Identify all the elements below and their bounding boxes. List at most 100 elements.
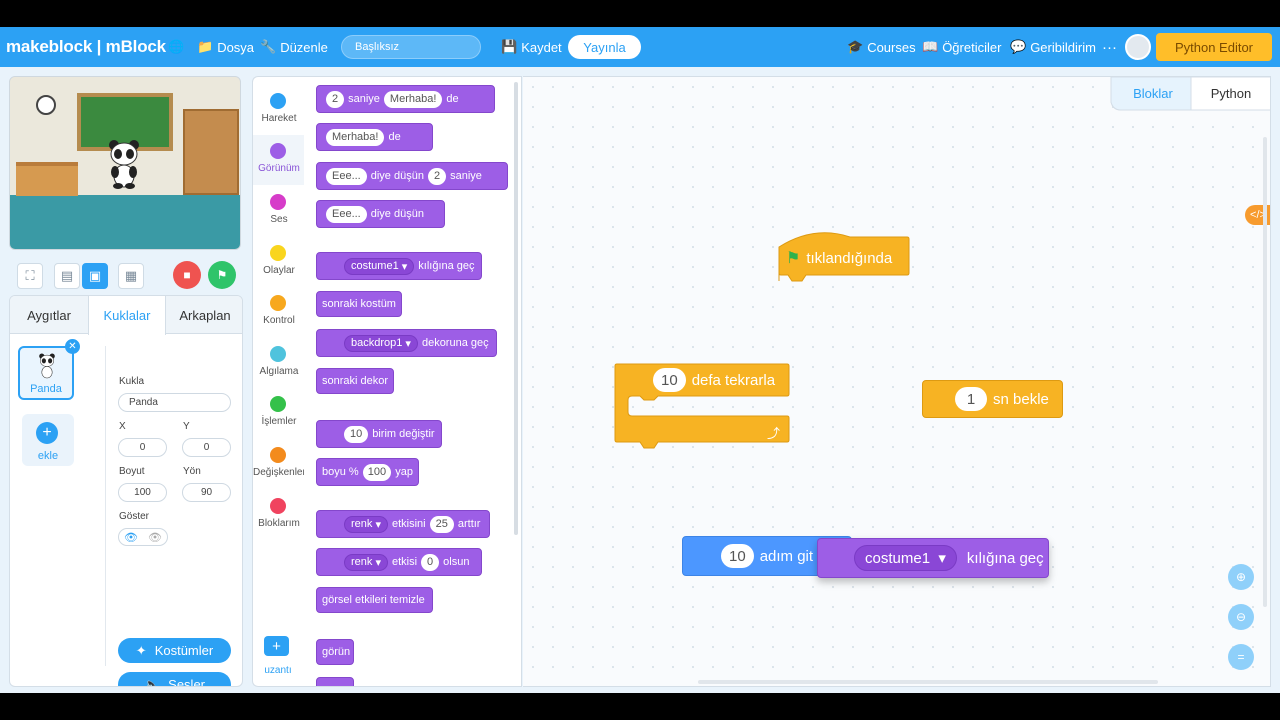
category-operators[interactable]: İşlemler [253,388,305,438]
tab-sprites[interactable]: Kuklalar [88,296,166,335]
switch-costume-block[interactable]: costume1 ▾ kılığına geç [817,538,1049,578]
effect-dropdown[interactable]: renk ▾ [344,515,388,533]
block-clear-effects[interactable]: görsel etkileri temizle [316,587,433,613]
stop-button[interactable]: ■ [173,261,201,289]
effect-dropdown[interactable]: renk ▾ [344,553,388,571]
wait-block[interactable]: 1 sn bekle [922,380,1063,418]
size-field[interactable]: 100 [118,483,167,502]
block-set-size[interactable]: boyu % 100 yap [316,458,419,486]
tutorials-link[interactable]: 📖 Öğreticiler [922,27,1001,67]
repeat-count-input[interactable]: 10 [653,368,686,392]
wait-seconds-input[interactable]: 1 [955,387,987,411]
edit-menu[interactable]: 🔧 Düzenle [260,27,328,67]
zoom-reset-icon[interactable]: = [1228,644,1254,670]
courses-link[interactable]: 🎓 Courses [847,27,916,67]
category-sound[interactable]: Ses [253,186,305,236]
category-events[interactable]: Olaylar [253,237,305,287]
repeat-block[interactable]: 10 defa tekrarla [653,366,775,394]
costumes-button[interactable]: ✦ Kostümler [118,638,231,663]
when-flag-clicked-block[interactable]: ⚑ tıklandığında [786,238,892,278]
y-field[interactable]: 0 [182,438,231,457]
block-input[interactable]: 2 [326,90,345,108]
save-button[interactable]: 💾 Kaydet [501,27,562,67]
code-view-icon[interactable]: </> [1245,205,1270,225]
category-motion[interactable]: Hareket [253,85,305,135]
fullscreen-icon[interactable]: ⛶ [17,263,43,289]
sounds-button[interactable]: 🔈 Sesler [118,672,231,686]
block-hide-partial[interactable] [316,677,354,686]
delete-sprite-icon[interactable]: ✕ [65,339,80,354]
block-input[interactable]: Eee... [326,205,367,223]
publish-button[interactable]: Yayınla [568,35,641,59]
block-input[interactable]: 2 [427,167,447,185]
palette-scrollbar[interactable] [514,82,518,535]
block-change-size[interactable]: 10 birim değiştir [316,420,442,448]
tab-devices[interactable]: Aygıtlar [10,296,88,334]
workspace-vertical-scrollbar[interactable] [1263,137,1267,607]
zoom-in-icon[interactable]: ⊕ [1228,564,1254,590]
extension-label[interactable]: uzantı [253,665,303,676]
block-think-for-secs[interactable]: Eee... diye düşün 2 saniye [316,162,508,190]
costume-dropdown[interactable]: costume1 ▾ [854,545,957,571]
tab-blocks[interactable]: Bloklar [1115,77,1191,109]
block-input[interactable]: 10 [344,425,369,443]
costumes-label: Kostümler [154,643,214,658]
show-eye-icon[interactable]: 👁 [119,529,143,545]
dropdown-value: costume1 [865,549,931,567]
block-input[interactable]: Merhaba! [383,90,443,108]
block-input[interactable]: Eee... [326,167,367,185]
block-switch-backdrop[interactable]: backdrop1 ▾ dekoruna geç [316,329,497,357]
category-sensing[interactable]: Algılama [253,338,305,388]
backdrop-dropdown[interactable]: backdrop1 ▾ [344,334,418,352]
costume-dropdown[interactable]: costume1 ▾ [344,257,415,275]
workspace-horizontal-scrollbar[interactable] [698,680,1158,684]
file-menu[interactable]: 📁 Dosya [197,27,254,67]
wand-icon: ✦ [135,642,147,658]
category-looks[interactable]: Görünüm [253,135,305,185]
small-stage-icon[interactable]: ▤ [54,263,80,289]
block-input[interactable]: 100 [362,463,392,481]
panda-sprite[interactable] [107,139,141,189]
block-think[interactable]: Eee... diye düşün [316,200,445,228]
direction-field[interactable]: 90 [182,483,231,502]
script-workspace[interactable]: Bloklar Python </> ⚑ tıklandığında 10 defa… [523,76,1271,687]
grid-layout-icon[interactable]: ▦ [118,263,144,289]
language-globe-icon[interactable]: 🌐 [168,27,184,67]
add-extension-icon[interactable]: + [264,636,289,656]
normal-stage-icon[interactable]: ▣ [82,263,108,289]
block-input[interactable]: Merhaba! [326,128,385,146]
block-change-effect[interactable]: renk ▾ etkisini 25 arttır [316,510,490,538]
hide-eye-icon[interactable]: 👁 [143,529,167,545]
block-say-for-secs[interactable]: 2 saniye Merhaba! de [316,85,495,113]
category-control[interactable]: Kontrol [253,287,305,337]
block-switch-costume[interactable]: costume1 ▾ kılığına geç [316,252,482,280]
feedback-link[interactable]: 💬 Geribildirim [1010,27,1096,67]
tab-backgrounds[interactable]: Arkaplan [166,296,242,334]
block-next-costume[interactable]: sonraki kostüm [316,291,402,317]
category-my-blocks[interactable]: Bloklarım [253,490,305,540]
block-input[interactable]: 0 [421,553,440,571]
x-field[interactable]: 0 [118,438,167,457]
project-title-input[interactable]: Başlıksız [341,35,481,59]
block-input[interactable]: 25 [429,515,454,533]
category-label: Olaylar [263,265,295,276]
zoom-out-icon[interactable]: ⊖ [1228,604,1254,630]
sprite-thumbnail-panda[interactable]: Panda [18,346,74,400]
block-next-backdrop[interactable]: sonraki dekor [316,368,394,394]
move-steps-input[interactable]: 10 [721,544,754,568]
block-categories: Hareket Görünüm Ses Olaylar Kontrol Algı… [252,76,306,687]
python-editor-button[interactable]: Python Editor [1156,33,1272,61]
block-text: adım git [759,547,814,565]
stage-canvas[interactable] [9,76,241,250]
green-flag-button[interactable]: ⚑ [208,261,236,289]
block-set-effect[interactable]: renk ▾ etkisi 0 olsun [316,548,482,576]
block-say[interactable]: Merhaba! de [316,123,433,151]
user-avatar[interactable] [1125,34,1151,60]
more-menu-icon[interactable]: ··· [1102,27,1117,67]
category-label: Görünüm [258,163,300,174]
category-variables[interactable]: Değişkenler [253,439,306,489]
sprite-name-field[interactable]: Panda [118,393,231,412]
tab-python[interactable]: Python [1193,77,1269,109]
block-show[interactable]: görün [316,639,354,665]
add-sprite-button[interactable]: + ekle [22,414,74,466]
